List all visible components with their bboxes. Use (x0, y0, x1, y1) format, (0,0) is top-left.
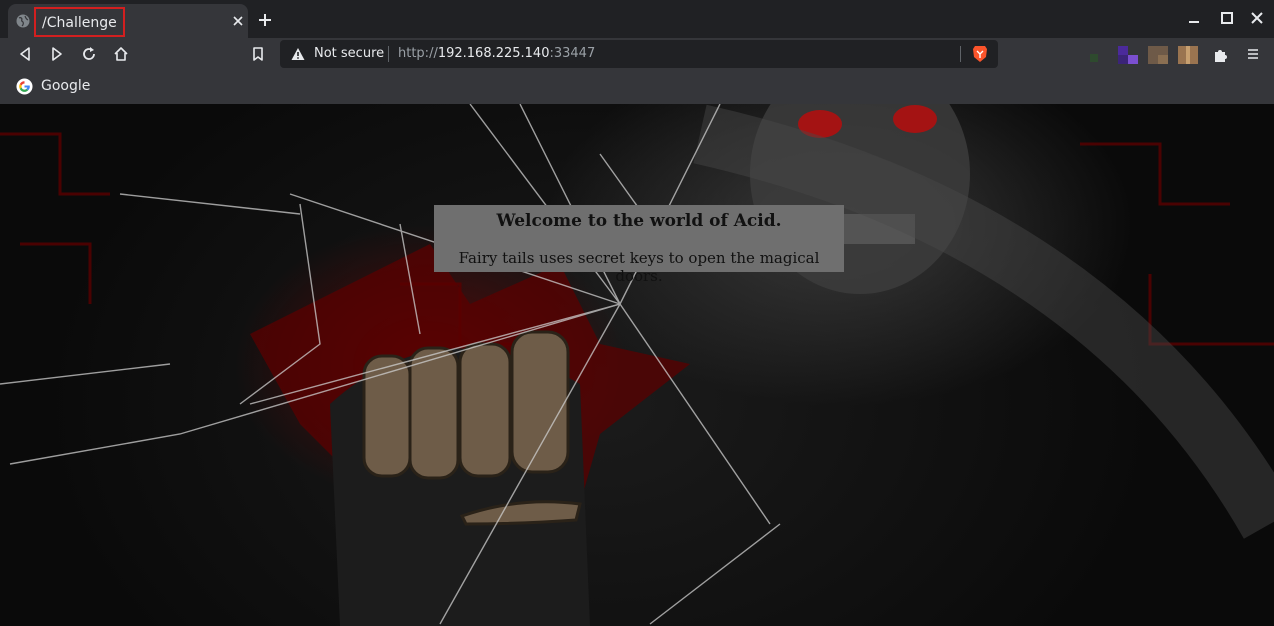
extension-icon-4[interactable] (1178, 46, 1198, 64)
google-icon (16, 78, 33, 95)
page-viewport: Welcome to the world of Acid. Fairy tail… (0, 104, 1274, 626)
bookmark-label: Google (41, 78, 91, 94)
background-artwork (0, 104, 1274, 626)
maximize-icon[interactable] (1219, 10, 1235, 26)
page-message: Fairy tails uses secret keys to open the… (458, 249, 820, 285)
home-icon[interactable] (112, 45, 130, 63)
new-tab-icon[interactable] (256, 11, 274, 29)
close-tab-icon[interactable] (230, 13, 246, 29)
bookmarks-bar: Google (0, 70, 1274, 104)
omnibox-divider (388, 46, 389, 62)
extension-icon-1[interactable] (1084, 46, 1104, 64)
extension-icon-3[interactable] (1148, 46, 1168, 64)
bookmark-icon[interactable] (249, 45, 267, 63)
url-port: :33447 (549, 46, 596, 61)
url-scheme: http:// (398, 46, 438, 61)
back-icon[interactable] (16, 45, 34, 63)
brave-shields-icon[interactable] (972, 45, 988, 63)
extension-icon-2[interactable] (1118, 46, 1138, 64)
page-heading: Welcome to the world of Acid. (496, 211, 782, 231)
url-text[interactable]: http://192.168.225.140:33447 (398, 46, 595, 61)
minimize-icon[interactable] (1186, 10, 1202, 26)
security-status[interactable]: Not secure (314, 46, 384, 61)
omnibox-divider-right (960, 46, 961, 62)
reload-icon[interactable] (80, 45, 98, 63)
menu-icon[interactable] (1246, 46, 1260, 62)
extensions-icon[interactable] (1212, 46, 1230, 64)
url-host: 192.168.225.140 (437, 46, 550, 61)
globe-icon (16, 14, 30, 28)
address-bar[interactable]: Not secure http://192.168.225.140:33447 (280, 40, 998, 68)
welcome-panel: Welcome to the world of Acid. Fairy tail… (434, 205, 844, 285)
toolbar: Not secure http://192.168.225.140:33447 (0, 38, 1274, 70)
close-window-icon[interactable] (1249, 10, 1265, 26)
tab-challenge[interactable]: /Challenge (8, 4, 248, 38)
tab-title: /Challenge (34, 7, 125, 37)
tab-strip: /Challenge (0, 0, 1274, 38)
warning-icon[interactable] (291, 47, 305, 61)
forward-icon[interactable] (48, 45, 66, 63)
